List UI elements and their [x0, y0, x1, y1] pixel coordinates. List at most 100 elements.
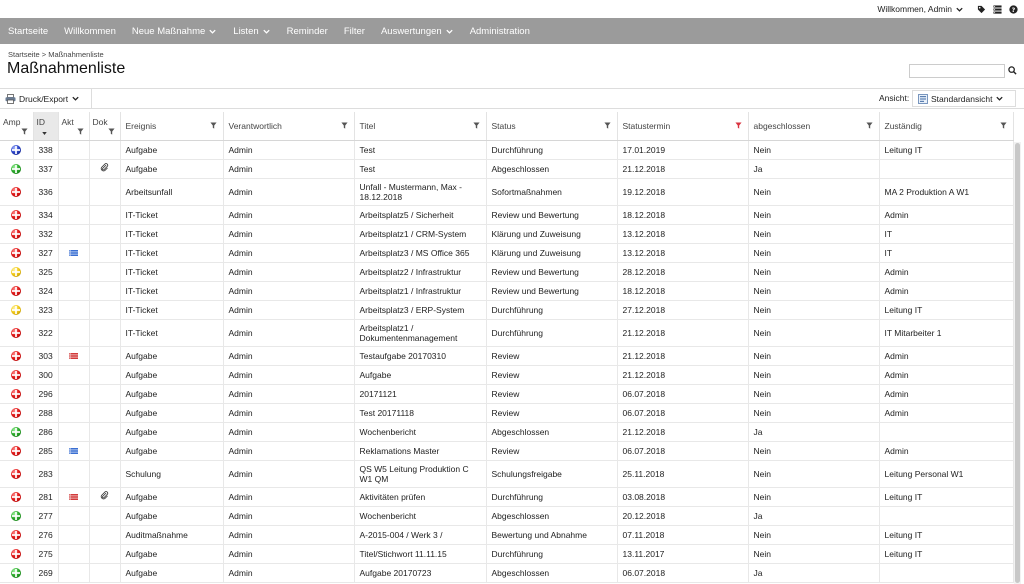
cell-ereignis: IT-Ticket	[120, 262, 224, 282]
table-row[interactable]: 286 Aufgabe Admin Wochenbericht Abgeschlosse…	[0, 422, 1014, 442]
column-header-akt[interactable]: Akt	[58, 112, 90, 141]
status-light-icon	[11, 247, 22, 258]
nav-item-administration[interactable]: Administration	[470, 26, 530, 37]
table-row[interactable]: 288 Aufgabe Admin Test 20171118 Review 06.07.…	[0, 403, 1014, 423]
column-header-ereignis[interactable]: Ereignis	[120, 112, 224, 141]
table-row[interactable]: 336 Arbeitsunfall Admin Unfall - Mustermann…	[0, 178, 1014, 206]
table-row[interactable]: 332 IT-Ticket Admin Arbeitsplatz1 / CRM-Sys…	[0, 224, 1014, 244]
nav-item-startseite[interactable]: Startseite	[8, 26, 48, 37]
search-icon[interactable]	[1008, 66, 1017, 75]
cell-abgeschlossen: Ja	[748, 422, 880, 442]
table-row[interactable]: 338 Aufgabe Admin Test Durchführung 17.01.201…	[0, 140, 1014, 160]
table-row[interactable]: 269 Aufgabe Admin Aufgabe 20170723 Abgeschlo…	[0, 563, 1014, 583]
cell-titel: Aufgabe	[354, 365, 487, 385]
nav-item-auswertungen[interactable]: Auswertungen	[381, 26, 454, 37]
column-header-titel[interactable]: Titel	[354, 112, 487, 141]
table-row[interactable]: 327 IT-Ticket Admin Arbeitsplatz3 / MS Offi…	[0, 243, 1014, 263]
tag-icon[interactable]	[977, 5, 986, 14]
column-header-abgeschlossen[interactable]: abgeschlossen	[748, 112, 880, 141]
nav-item-filter[interactable]: Filter	[344, 26, 365, 37]
print-export-button[interactable]: Druck/Export	[0, 89, 92, 108]
cell-id: 334	[33, 205, 59, 225]
help-icon[interactable]: ?	[1009, 4, 1018, 14]
table-row[interactable]: 325 IT-Ticket Admin Arbeitsplatz2 / Infrast…	[0, 262, 1014, 282]
paperclip-icon[interactable]	[100, 163, 109, 174]
cell-akt[interactable]	[58, 487, 90, 507]
cell-dok[interactable]	[89, 159, 121, 179]
filter-icon[interactable]	[603, 121, 611, 131]
table-row[interactable]: 303 Aufgabe Admin Testaufgabe 20170310 Revie…	[0, 346, 1014, 366]
table-row[interactable]: 322 IT-Ticket Admin Arbeitsplatz1 / Dokumen…	[0, 319, 1014, 347]
table-row[interactable]: 324 IT-Ticket Admin Arbeitsplatz1 / Infrast…	[0, 281, 1014, 301]
column-header-zustaendig[interactable]: Zuständig	[879, 112, 1014, 141]
cell-status: Review	[486, 441, 618, 461]
breadcrumb[interactable]: Startseite > Maßnahmenliste	[8, 50, 104, 59]
column-header-amp[interactable]: Amp	[0, 112, 34, 141]
table-row[interactable]: 276 Auditmaßnahme Admin A-2015-004 / Werk 3…	[0, 525, 1014, 545]
cell-status: Bewertung und Abnahme	[486, 525, 618, 545]
scrollbar-thumb[interactable]	[1015, 143, 1020, 583]
filter-icon[interactable]	[76, 127, 84, 137]
column-header-status[interactable]: Status	[486, 112, 618, 141]
cell-verantwortlich: Admin	[223, 300, 355, 320]
nav-item-listen[interactable]: Listen	[233, 26, 270, 37]
cell-titel: Test	[354, 159, 487, 179]
cell-titel: Arbeitsplatz3 / MS Office 365	[354, 243, 487, 263]
cell-statustermin: 21.12.2018	[617, 346, 749, 366]
table-row[interactable]: 334 IT-Ticket Admin Arbeitsplatz5 / Sicherh…	[0, 205, 1014, 225]
filter-icon[interactable]	[20, 127, 28, 137]
column-header-dok[interactable]: Dok	[89, 112, 121, 141]
nav-item-neue-maßnahme[interactable]: Neue Maßnahme	[132, 26, 217, 37]
filter-icon[interactable]	[209, 121, 217, 131]
cell-statustermin: 25.11.2018	[617, 460, 749, 488]
filter-icon[interactable]	[734, 121, 742, 131]
cell-verantwortlich: Admin	[223, 506, 355, 526]
activity-icon[interactable]	[69, 248, 78, 258]
nav-item-reminder[interactable]: Reminder	[287, 26, 328, 37]
activity-icon[interactable]	[69, 492, 78, 502]
activity-icon[interactable]	[69, 446, 78, 456]
table-row[interactable]: 281 Aufgabe Admin Aktivitäten prüfen Durchfü…	[0, 487, 1014, 507]
table-row[interactable]: 283 Schulung Admin QS W5 Leitung Produktion…	[0, 460, 1014, 488]
nav-item-willkommen[interactable]: Willkommen	[64, 26, 116, 37]
filter-icon[interactable]	[107, 127, 115, 137]
filter-icon[interactable]	[999, 121, 1007, 131]
cell-id: 322	[33, 319, 59, 347]
table-row[interactable]: 275 Aufgabe Admin Titel/Stichwort 11.11.15 D…	[0, 544, 1014, 564]
cell-amp	[0, 506, 34, 526]
table-row[interactable]: 296 Aufgabe Admin 20171121 Review 06.07.2018 N…	[0, 384, 1014, 404]
column-header-id[interactable]: ID	[33, 112, 59, 141]
cell-abgeschlossen: Nein	[748, 243, 880, 263]
cell-statustermin: 06.07.2018	[617, 403, 749, 423]
table-row[interactable]: 300 Aufgabe Admin Aufgabe Review 21.12.2018 Ne…	[0, 365, 1014, 385]
table-row[interactable]: 285 Aufgabe Admin Reklamations Master Review…	[0, 441, 1014, 461]
paperclip-icon[interactable]	[100, 491, 109, 502]
column-header-verantwortlich[interactable]: Verantwortlich	[223, 112, 355, 141]
cell-dok[interactable]	[89, 487, 121, 507]
cell-akt[interactable]	[58, 346, 90, 366]
search-input[interactable]	[909, 64, 1005, 78]
view-select[interactable]: Standardansicht	[912, 90, 1016, 107]
filter-icon[interactable]	[472, 121, 480, 131]
cell-dok	[89, 422, 121, 442]
filter-icon[interactable]	[865, 121, 873, 131]
user-menu[interactable]: Willkommen, Admin	[877, 4, 964, 14]
cell-verantwortlich: Admin	[223, 243, 355, 263]
cell-akt	[58, 319, 90, 347]
table-row[interactable]: 277 Aufgabe Admin Wochenbericht Abgeschlosse…	[0, 506, 1014, 526]
activity-icon[interactable]	[69, 351, 78, 361]
filter-icon[interactable]	[340, 121, 348, 131]
column-header-statustermin[interactable]: Statustermin	[617, 112, 749, 141]
cell-zustaendig: Admin	[879, 365, 1014, 385]
cell-akt[interactable]	[58, 243, 90, 263]
table-row[interactable]: 337 Aufgabe Admin Test Abgeschlossen 21.12.20…	[0, 159, 1014, 179]
cell-verantwortlich: Admin	[223, 262, 355, 282]
cell-status: Durchführung	[486, 300, 618, 320]
cell-akt[interactable]	[58, 441, 90, 461]
cell-statustermin: 07.11.2018	[617, 525, 749, 545]
table-row[interactable]: 323 IT-Ticket Admin Arbeitsplatz3 / ERP-Sys…	[0, 300, 1014, 320]
cell-amp	[0, 140, 34, 160]
cell-statustermin: 06.07.2018	[617, 384, 749, 404]
list-icon[interactable]	[993, 4, 1002, 14]
cell-zustaendig: Admin	[879, 281, 1014, 301]
